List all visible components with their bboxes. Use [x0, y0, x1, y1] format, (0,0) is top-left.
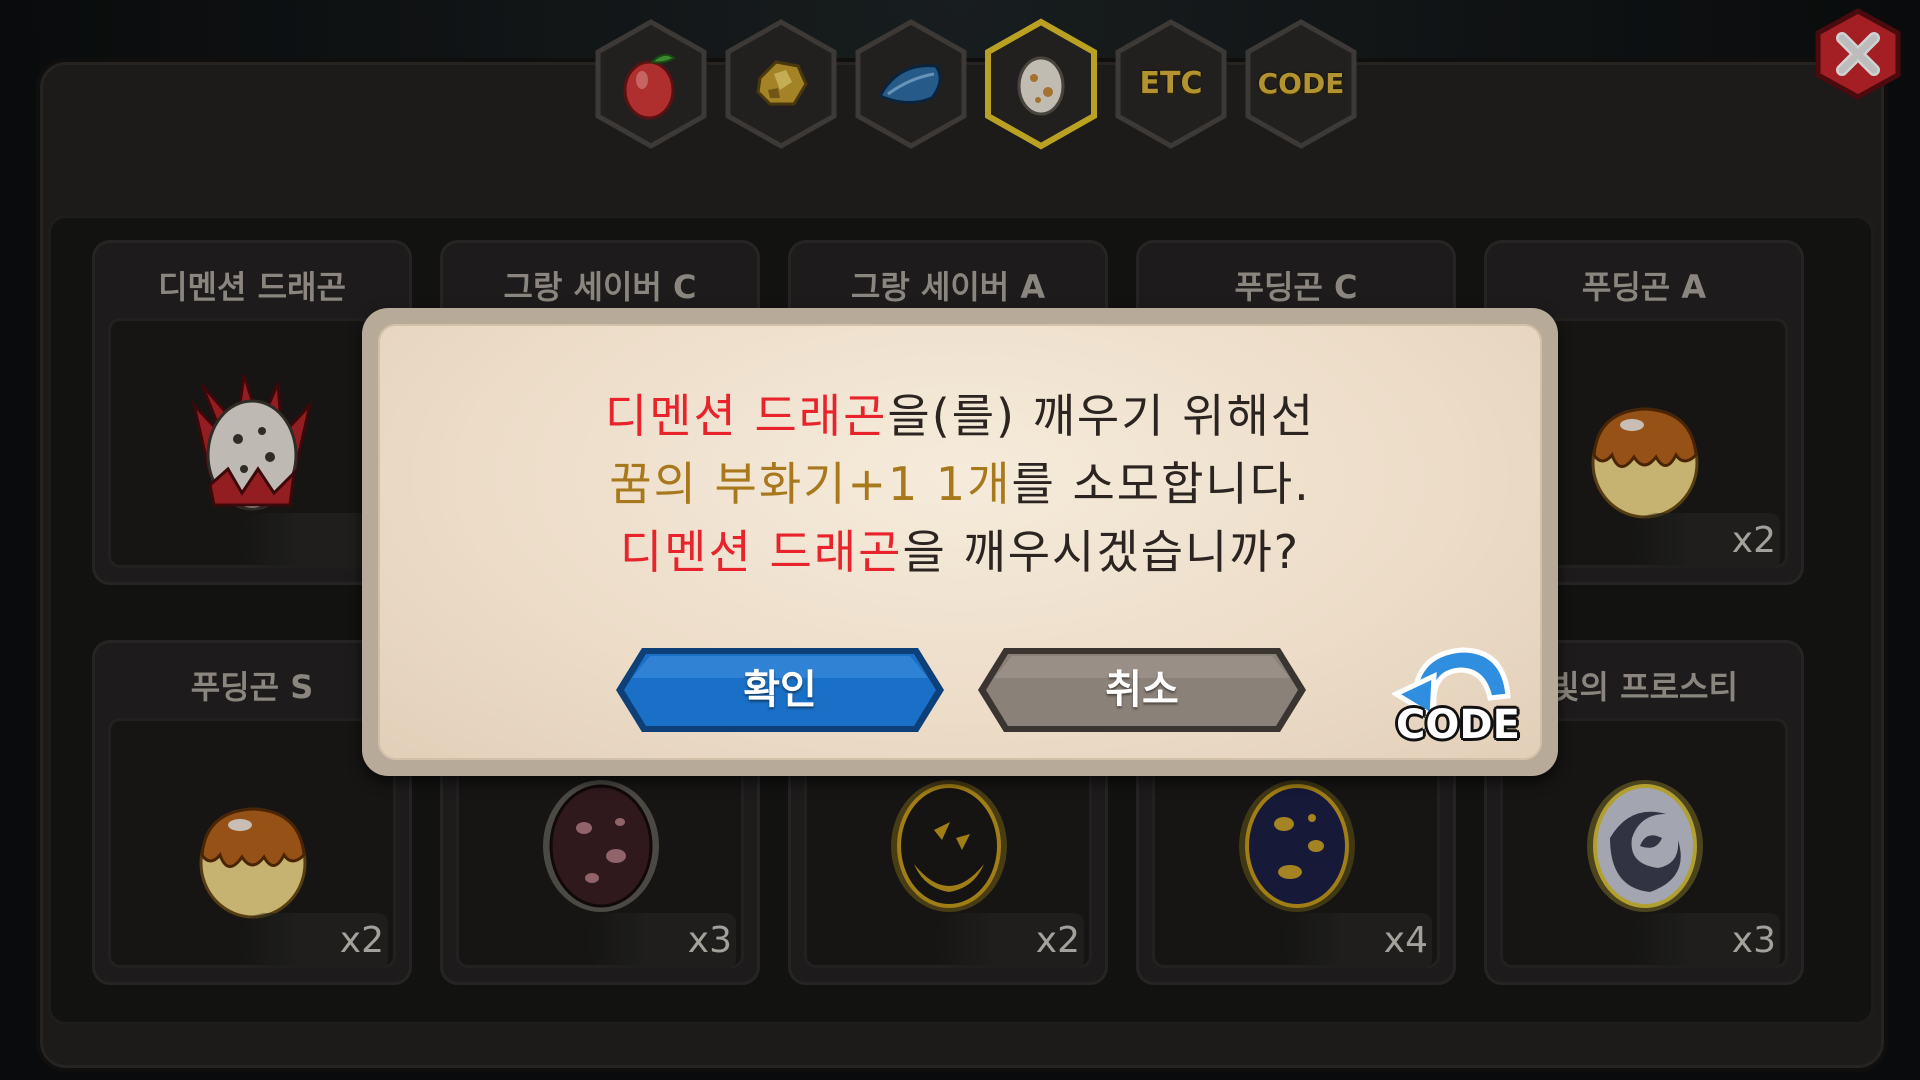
- dialog-text: 을 깨우시겠습니까?: [902, 525, 1301, 579]
- dialog-cost-item: 꿈의 부화기+1 1개: [609, 457, 1012, 511]
- dialog-text: 를 소모합니다.: [1011, 457, 1311, 511]
- card-count: x2: [1630, 513, 1780, 569]
- card-name: 푸딩곤 C: [1234, 268, 1358, 306]
- cancel-button-label: 취소: [1105, 667, 1179, 713]
- card-count: x2: [934, 913, 1084, 969]
- tab-egg[interactable]: [982, 18, 1100, 150]
- close-icon: [1815, 8, 1901, 100]
- tab-fruit-label: [592, 18, 710, 150]
- dark-brown-egg-icon: [543, 780, 659, 912]
- card-count: x4: [1282, 913, 1432, 969]
- dialog-message-line-2: 꿈의 부화기+1 1개를 소모합니다.: [362, 448, 1558, 514]
- black-gold-egg-icon: [891, 780, 1007, 912]
- tab-feather-label: [852, 18, 970, 150]
- card-count: x2: [238, 913, 388, 969]
- swirl-egg-icon: [1587, 780, 1703, 912]
- tab-fruit[interactable]: [592, 18, 710, 150]
- tab-gold[interactable]: [722, 18, 840, 150]
- dialog-message-line-3: 디멘션 드래곤을 깨우시겠습니까?: [362, 516, 1558, 582]
- card-name: 푸딩곤 A: [1581, 268, 1707, 306]
- tab-gold-label: [722, 18, 840, 150]
- card-count: x3: [586, 913, 736, 969]
- pudding-egg-icon: [1591, 407, 1699, 519]
- game-screen: ETC CODE 디멘션 드래곤 x: [0, 0, 1920, 1080]
- navy-gold-egg-icon: [1239, 780, 1355, 912]
- card-name: 디멘션 드래곤: [158, 268, 346, 306]
- confirm-dialog: 디멘션 드래곤을(를) 깨우기 위해선 꿈의 부화기+1 1개를 소모합니다. …: [362, 308, 1558, 776]
- card-count: x3: [1630, 913, 1780, 969]
- tab-code[interactable]: CODE: [1242, 18, 1360, 150]
- dialog-message-line-1: 디멘션 드래곤을(를) 깨우기 위해선: [362, 380, 1558, 446]
- dialog-text: 을(를) 깨우기 위해선: [887, 389, 1316, 443]
- close-button[interactable]: [1812, 8, 1904, 100]
- code-badge-label: CODE: [1396, 702, 1520, 748]
- card-name: 그랑 세이버 A: [850, 268, 1046, 306]
- tab-etc[interactable]: ETC: [1112, 18, 1230, 150]
- category-tabs: ETC CODE: [592, 18, 1357, 150]
- code-badge-button[interactable]: CODE: [1390, 636, 1524, 754]
- tab-egg-label: [982, 18, 1100, 150]
- dialog-item-name: 디멘션 드래곤: [619, 525, 903, 579]
- dimension-dragon-egg-icon: [191, 374, 313, 511]
- tab-etc-label: ETC: [1139, 66, 1203, 101]
- tab-feather[interactable]: [852, 18, 970, 150]
- cancel-button[interactable]: 취소: [974, 644, 1310, 736]
- dialog-item-name: 디멘션 드래곤: [604, 389, 888, 443]
- confirm-button[interactable]: 확인: [612, 644, 948, 736]
- confirm-button-label: 확인: [743, 667, 817, 713]
- tab-code-label: CODE: [1257, 67, 1345, 100]
- pudding-egg-icon: [199, 807, 307, 919]
- card-name: 그랑 세이버 C: [503, 268, 697, 306]
